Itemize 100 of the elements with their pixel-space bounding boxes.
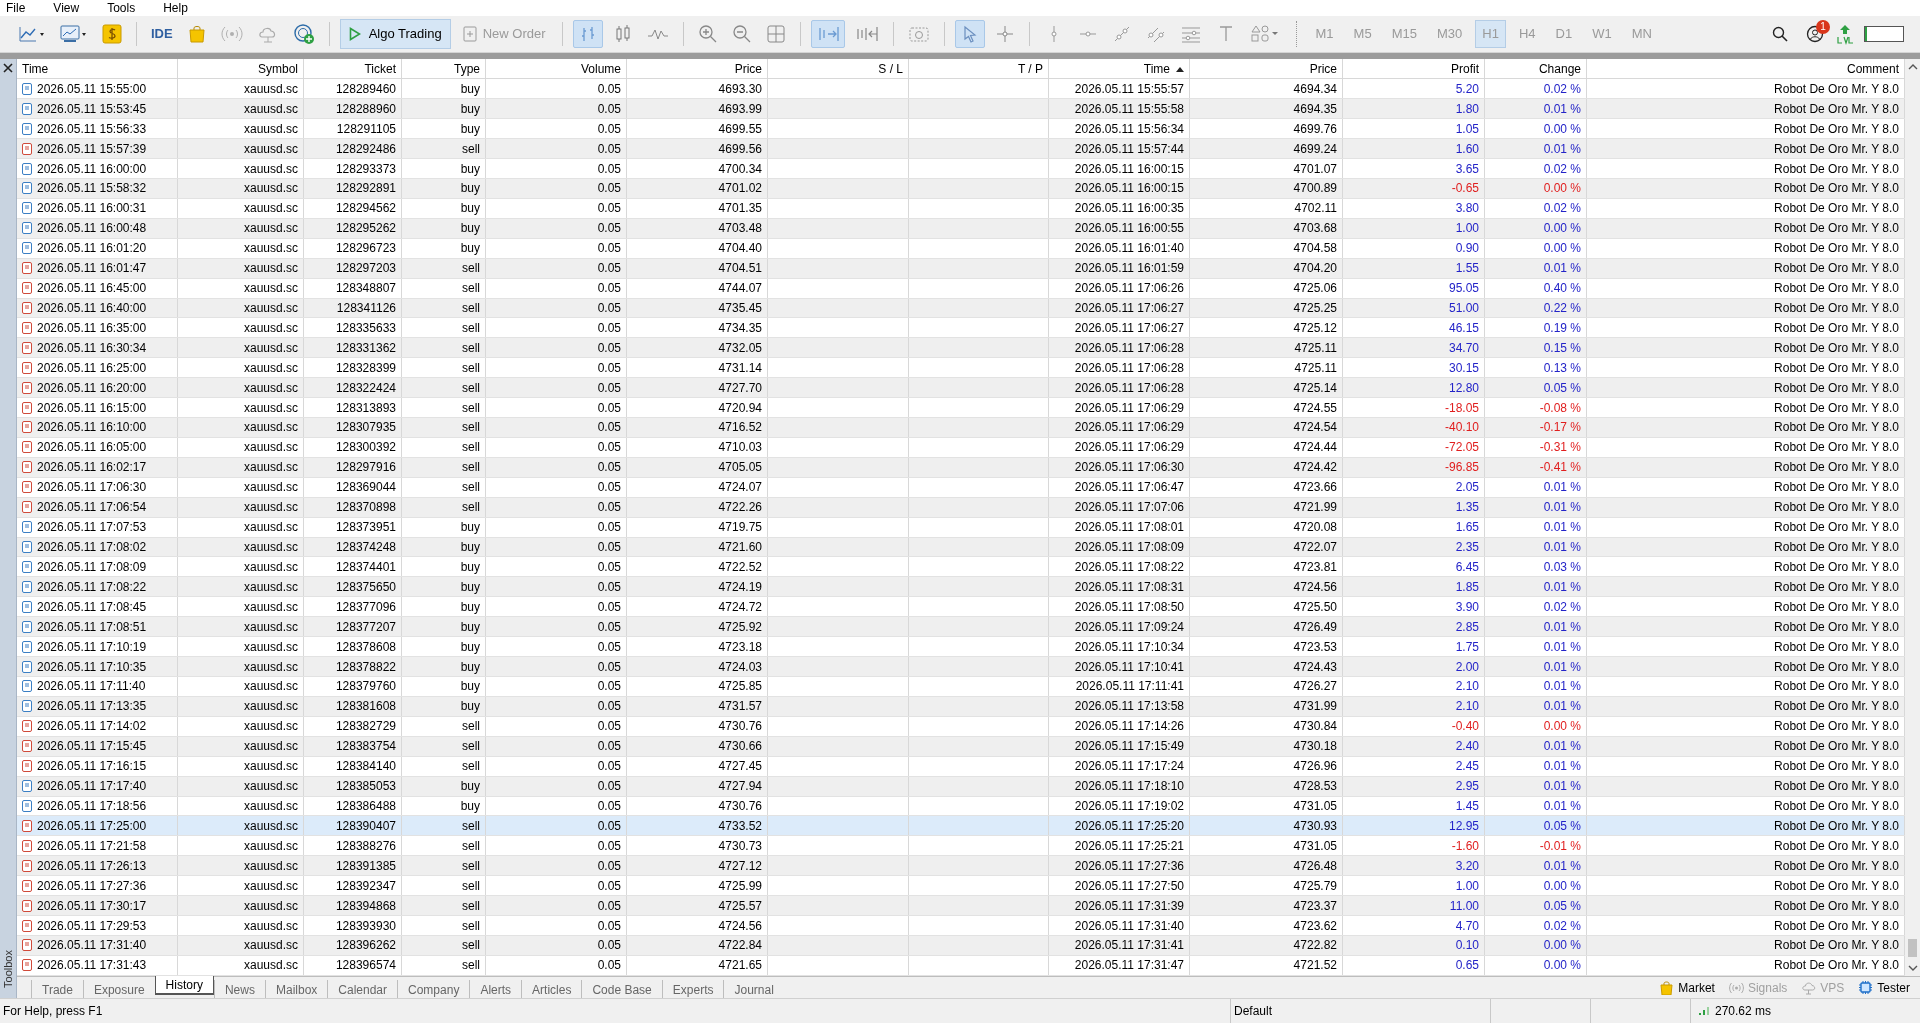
table-row[interactable]: 2026.05.11 16:00:31 xauusd.sc 128294562 buy 0.05 4701.35 2026.05.11 16:00:35 4702.11 3.80 0.02 % Robot De Oro Mr. Y 8.0 bbox=[17, 198, 1905, 219]
tab[interactable]: History bbox=[154, 976, 214, 996]
menu-item[interactable]: Help bbox=[163, 0, 188, 17]
close-icon[interactable] bbox=[3, 63, 13, 74]
column-header[interactable]: S / L bbox=[878, 60, 903, 79]
table-cell-text: 2026.05.11 17:15:45 bbox=[37, 738, 147, 756]
table-cell: buy bbox=[402, 517, 486, 537]
table-row[interactable]: 2026.05.11 17:08:45 xauusd.sc 128377096 buy 0.05 4724.72 2026.05.11 17:08:50 4725.50 3.90 0.02 % Robot De Oro Mr. Y 8.0 bbox=[17, 597, 1905, 618]
menu-item[interactable]: Tools bbox=[107, 0, 136, 17]
table-row[interactable]: 2026.05.11 17:08:02 xauusd.sc 128374248 buy 0.05 4721.60 2026.05.11 17:08:09 4722.07 2.35 0.01 % Robot De Oro Mr. Y 8.0 bbox=[17, 537, 1905, 558]
table-row[interactable]: 2026.05.11 16:00:00 xauusd.sc 128293373 buy 0.05 4700.34 2026.05.11 16:00:15 4701.07 3.65 0.02 % Robot De Oro Mr. Y 8.0 bbox=[17, 159, 1905, 179]
table-cell-text: 2026.05.11 17:08:51 bbox=[37, 618, 147, 636]
menu-item[interactable]: View bbox=[53, 0, 80, 17]
column-header[interactable]: Time bbox=[1143, 60, 1170, 79]
table-row[interactable]: 2026.05.11 17:30:17 xauusd.sc 128394868 sell 0.05 4725.57 2026.05.11 17:31:39 4723.37 11.00 0.05 % Robot De Oro Mr. Y 8.0 bbox=[17, 896, 1905, 917]
bar-chart-icon[interactable] bbox=[572, 20, 603, 49]
table-row[interactable]: 2026.05.11 15:55:00 xauusd.sc 128289460 buy 0.05 4693.30 2026.05.11 15:55:57 4694.34 5.20 0.02 % Robot De Oro Mr. Y 8.0 bbox=[17, 79, 1905, 100]
table-cell: 4726.27 bbox=[1190, 677, 1343, 696]
table-cell: 2.95 bbox=[1343, 776, 1485, 796]
table-row[interactable]: 2026.05.11 16:40:00 xauusd.sc 128341126 sell 0.05 4735.45 2026.05.11 17:06:27 4725.25 51.00 0.22 % Robot De Oro Mr. Y 8.0 bbox=[17, 298, 1905, 319]
table-row[interactable]: 2026.05.11 17:25:00 xauusd.sc 128390407 sell 0.05 4733.52 2026.05.11 17:25:20 4730.93 12.95 0.05 % Robot De Oro Mr. Y 8.0 bbox=[17, 816, 1905, 837]
table-row[interactable]: 2026.05.11 17:10:19 xauusd.sc 128378608 buy 0.05 4723.18 2026.05.11 17:10:34 4723.53 1.75 0.01 % Robot De Oro Mr. Y 8.0 bbox=[17, 637, 1905, 658]
table-row[interactable]: 2026.05.11 17:07:53 xauusd.sc 128373951 buy 0.05 4719.75 2026.05.11 17:08:01 4720.08 1.65 0.01 % Robot De Oro Mr. Y 8.0 bbox=[17, 517, 1905, 538]
table-row[interactable]: 2026.05.11 15:57:39 xauusd.sc 128292486 sell 0.05 4699.56 2026.05.11 15:57:44 4699.24 1.60 0.01 % Robot De Oro Mr. Y 8.0 bbox=[17, 139, 1905, 160]
table-row[interactable]: 2026.05.11 16:20:00 xauusd.sc 128322424 sell 0.05 4727.70 2026.05.11 17:06:28 4725.14 12.80 0.05 % Robot De Oro Mr. Y 8.0 bbox=[17, 378, 1905, 399]
table-row[interactable]: 2026.05.11 17:14:02 xauusd.sc 128382729 sell 0.05 4730.76 2026.05.11 17:14:26 4730.84 -0.40 0.00 % Robot De Oro Mr. Y 8.0 bbox=[17, 716, 1905, 737]
table-cell-text: 2026.05.11 17:14:02 bbox=[37, 718, 147, 736]
table-row[interactable]: 2026.05.11 16:02:17 xauusd.sc 128297916 sell 0.05 4705.05 2026.05.11 17:06:30 4724.42 -96.85 -0.41 % Robot De Oro Mr. Y 8.0 bbox=[17, 457, 1905, 478]
table-row[interactable]: 2026.05.11 17:08:09 xauusd.sc 128374401 buy 0.05 4722.52 2026.05.11 17:08:22 4723.81 6.45 0.03 % Robot De Oro Mr. Y 8.0 bbox=[17, 557, 1905, 578]
table-row[interactable]: 2026.05.11 17:26:13 xauusd.sc 128391385 sell 0.05 4727.12 2026.05.11 17:27:36 4726.48 3.20 0.01 % Robot De Oro Mr. Y 8.0 bbox=[17, 856, 1905, 877]
column-header[interactable]: Profit bbox=[1451, 60, 1479, 79]
scroll-up-icon[interactable] bbox=[1907, 64, 1918, 71]
table-cell: 4699.76 bbox=[1190, 119, 1343, 139]
table-row[interactable]: 2026.05.11 17:17:40 xauusd.sc 128385053 buy 0.05 4727.94 2026.05.11 17:18:10 4728.53 2.95 0.01 % Robot De Oro Mr. Y 8.0 bbox=[17, 776, 1905, 797]
column-header[interactable]: Ticket bbox=[364, 60, 396, 79]
table-row[interactable]: 2026.05.11 17:08:51 xauusd.sc 128377207 buy 0.05 4725.92 2026.05.11 17:09:24 4726.49 2.85 0.01 % Robot De Oro Mr. Y 8.0 bbox=[17, 617, 1905, 638]
column-header[interactable]: Time bbox=[22, 60, 49, 79]
table-cell-text: 2026.05.11 16:01:47 bbox=[37, 260, 147, 278]
column-header[interactable]: Price bbox=[1309, 60, 1337, 79]
table-cell: 128396574 bbox=[304, 955, 402, 975]
column-header[interactable]: Change bbox=[1538, 60, 1581, 79]
column-header[interactable]: Price bbox=[734, 60, 762, 79]
table-cell: 2026.05.11 17:31:47 bbox=[1049, 955, 1190, 975]
table-row[interactable]: 2026.05.11 15:58:32 xauusd.sc 128292891 buy 0.05 4701.02 2026.05.11 16:00:15 4700.89 -0.65 0.00 % Robot De Oro Mr. Y 8.0 bbox=[17, 178, 1905, 199]
table-cell: 1.85 bbox=[1343, 577, 1485, 597]
table-row[interactable]: 2026.05.11 16:25:00 xauusd.sc 128328399 sell 0.05 4731.14 2026.05.11 17:06:28 4725.11 30.15 0.13 % Robot De Oro Mr. Y 8.0 bbox=[17, 358, 1905, 379]
table-row[interactable]: 2026.05.11 17:21:58 xauusd.sc 128388276 sell 0.05 4730.73 2026.05.11 17:25:21 4731.05 -1.60 -0.01 % Robot De Oro Mr. Y 8.0 bbox=[17, 836, 1905, 857]
scroll-thumb[interactable] bbox=[1908, 939, 1917, 958]
table-row[interactable]: 2026.05.11 16:45:00 xauusd.sc 128348807 sell 0.05 4744.07 2026.05.11 17:06:26 4725.06 95.05 0.40 % Robot De Oro Mr. Y 8.0 bbox=[17, 278, 1905, 299]
menu-item[interactable]: File bbox=[6, 0, 26, 17]
column-header[interactable]: Type bbox=[454, 60, 480, 79]
chart-shift-icon[interactable] bbox=[810, 20, 845, 49]
table-cell: 0.00 % bbox=[1485, 178, 1587, 198]
table-row[interactable]: 2026.05.11 17:27:36 xauusd.sc 128392347 sell 0.05 4725.99 2026.05.11 17:27:50 4725.79 1.00 0.00 % Robot De Oro Mr. Y 8.0 bbox=[17, 876, 1905, 897]
service-button[interactable]: Market bbox=[1659, 978, 1715, 997]
table-cell: buy bbox=[402, 696, 486, 716]
table-cell: 4734.35 bbox=[627, 318, 768, 338]
column-header[interactable]: Symbol bbox=[258, 60, 298, 79]
table-row[interactable]: 2026.05.11 17:31:40 xauusd.sc 128396262 sell 0.05 4722.84 2026.05.11 17:31:41 4722.82 0.10 0.00 % Robot De Oro Mr. Y 8.0 bbox=[17, 936, 1905, 956]
table-row[interactable]: 2026.05.11 17:15:45 xauusd.sc 128383754 sell 0.05 4730.66 2026.05.11 17:15:49 4730.18 2.40 0.01 % Robot De Oro Mr. Y 8.0 bbox=[17, 736, 1905, 757]
table-row[interactable]: 2026.05.11 17:06:54 xauusd.sc 128370898 sell 0.05 4722.26 2026.05.11 17:07:06 4721.99 1.35 0.01 % Robot De Oro Mr. Y 8.0 bbox=[17, 497, 1905, 518]
column-header[interactable]: T / P bbox=[1017, 60, 1043, 79]
table-cell: 0.05 bbox=[486, 99, 627, 119]
table-row[interactable]: 2026.05.11 17:13:35 xauusd.sc 128381608 buy 0.05 4731.57 2026.05.11 17:13:58 4731.99 2.10 0.01 % Robot De Oro Mr. Y 8.0 bbox=[17, 696, 1905, 717]
table-cell: 2026.05.11 16:00:55 bbox=[1049, 218, 1190, 238]
table-row[interactable]: 2026.05.11 16:10:00 xauusd.sc 128307935 sell 0.05 4716.52 2026.05.11 17:06:29 4724.54 -40.10 -0.17 % Robot De Oro Mr. Y 8.0 bbox=[17, 418, 1905, 438]
service-button[interactable]: Tester bbox=[1858, 978, 1910, 997]
table-row[interactable]: 2026.05.11 15:56:33 xauusd.sc 128291105 buy 0.05 4699.55 2026.05.11 15:56:34 4699.76 1.05 0.00 % Robot De Oro Mr. Y 8.0 bbox=[17, 119, 1905, 140]
table-row[interactable]: 2026.05.11 16:15:00 xauusd.sc 128313893 sell 0.05 4720.94 2026.05.11 17:06:29 4724.55 -18.05 -0.08 % Robot De Oro Mr. Y 8.0 bbox=[17, 398, 1905, 419]
notification-button[interactable]: 1 bbox=[1800, 20, 1830, 49]
cursor-icon[interactable] bbox=[954, 20, 985, 49]
table-row[interactable]: 2026.05.11 17:16:15 xauusd.sc 128384140 sell 0.05 4727.45 2026.05.11 17:17:24 4726.96 2.45 0.01 % Robot De Oro Mr. Y 8.0 bbox=[17, 756, 1905, 777]
table-row[interactable]: 2026.05.11 15:53:45 xauusd.sc 128288960 buy 0.05 4693.99 2026.05.11 15:55:58 4694.35 1.80 0.01 % Robot De Oro Mr. Y 8.0 bbox=[17, 99, 1905, 120]
table-row[interactable]: 2026.05.11 17:29:53 xauusd.sc 128393930 sell 0.05 4724.56 2026.05.11 17:31:40 4723.62 4.70 0.02 % Robot De Oro Mr. Y 8.0 bbox=[17, 916, 1905, 936]
table-cell: 0.05 bbox=[486, 437, 627, 457]
scrollbar[interactable] bbox=[1905, 59, 1920, 977]
table-row[interactable]: 2026.05.11 17:08:22 xauusd.sc 128375650 buy 0.05 4724.19 2026.05.11 17:08:31 4724.56 1.85 0.01 % Robot De Oro Mr. Y 8.0 bbox=[17, 577, 1905, 598]
table-row[interactable]: 2026.05.11 17:18:56 xauusd.sc 128386488 buy 0.05 4730.76 2026.05.11 17:19:02 4731.05 1.45 0.01 % Robot De Oro Mr. Y 8.0 bbox=[17, 796, 1905, 817]
table-cell: 0.02 % bbox=[1485, 916, 1587, 935]
table-row[interactable]: 2026.05.11 17:11:40 xauusd.sc 128379760 buy 0.05 4725.85 2026.05.11 17:11:41 4726.27 2.10 0.01 % Robot De Oro Mr. Y 8.0 bbox=[17, 677, 1905, 697]
table-row[interactable]: 2026.05.11 17:10:35 xauusd.sc 128378822 buy 0.05 4724.03 2026.05.11 17:10:41 4724.43 2.00 0.01 % Robot De Oro Mr. Y 8.0 bbox=[17, 657, 1905, 677]
table-row[interactable]: 2026.05.11 16:35:00 xauusd.sc 128335633 sell 0.05 4734.35 2026.05.11 17:06:27 4725.12 46.15 0.19 % Robot De Oro Mr. Y 8.0 bbox=[17, 318, 1905, 339]
scroll-down-icon[interactable] bbox=[1907, 965, 1918, 972]
table-row[interactable]: 2026.05.11 16:05:00 xauusd.sc 128300392 sell 0.05 4710.03 2026.05.11 17:06:29 4724.44 -72.05 -0.31 % Robot De Oro Mr. Y 8.0 bbox=[17, 437, 1905, 458]
ide-button[interactable]: IDE bbox=[147, 20, 177, 49]
table-row[interactable]: 2026.05.11 17:06:30 xauusd.sc 128369044 sell 0.05 4724.07 2026.05.11 17:06:47 4723.66 2.05 0.01 % Robot De Oro Mr. Y 8.0 bbox=[17, 477, 1905, 498]
table-row[interactable]: 2026.05.11 16:00:48 xauusd.sc 128295262 buy 0.05 4703.48 2026.05.11 16:00:55 4703.68 1.00 0.00 % Robot De Oro Mr. Y 8.0 bbox=[17, 218, 1905, 239]
table-cell: 4730.66 bbox=[627, 736, 768, 756]
table-row[interactable]: 2026.05.11 16:01:47 xauusd.sc 128297203 sell 0.05 4704.51 2026.05.11 16:01:59 4704.20 1.55 0.01 % Robot De Oro Mr. Y 8.0 bbox=[17, 258, 1905, 279]
table-row[interactable]: 2026.05.11 16:30:34 xauusd.sc 128331362 sell 0.05 4732.05 2026.05.11 17:06:28 4725.11 34.70 0.15 % Robot De Oro Mr. Y 8.0 bbox=[17, 338, 1905, 359]
table-row[interactable]: 2026.05.11 16:01:20 xauusd.sc 128296723 buy 0.05 4704.40 2026.05.11 16:01:40 4704.58 0.90 0.00 % Robot De Oro Mr. Y 8.0 bbox=[17, 238, 1905, 259]
table-cell: 4724.07 bbox=[627, 477, 768, 497]
table-cell: 2026.05.11 16:00:35 bbox=[1049, 198, 1190, 218]
table-cell: buy bbox=[402, 238, 486, 258]
column-header[interactable]: Volume bbox=[580, 60, 621, 79]
table-cell: 2026.05.11 15:56:34 bbox=[1049, 119, 1190, 139]
algo-trading-button[interactable]: Algo Trading bbox=[339, 19, 451, 50]
table-row[interactable]: 2026.05.11 17:31:43 xauusd.sc 128396574 sell 0.05 4721.65 2026.05.11 17:31:47 4721.52 0.65 0.00 % Robot De Oro Mr. Y 8.0 bbox=[17, 955, 1905, 976]
column-header[interactable]: Comment bbox=[1847, 60, 1899, 79]
table-cell: 128335633 bbox=[304, 318, 402, 338]
